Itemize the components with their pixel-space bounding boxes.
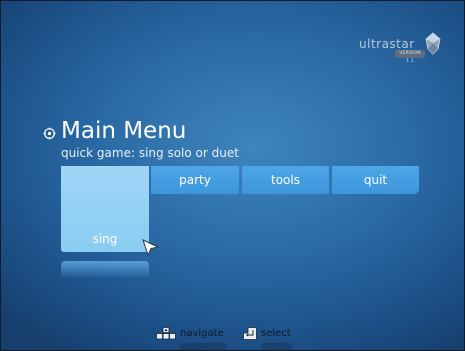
star-gem-icon: [425, 32, 441, 55]
select-hint: select: [243, 327, 303, 341]
sing-button[interactable]: sing: [61, 166, 149, 252]
party-button[interactable]: party: [151, 166, 239, 194]
footer-reflection: [180, 343, 226, 351]
select-hint-label: select: [261, 328, 291, 339]
navigate-hint-label: navigate: [180, 328, 224, 339]
version-badge: VERSION 1.1: [395, 50, 425, 64]
page-title: Main Menu: [61, 118, 187, 144]
sing-button-label: sing: [92, 232, 118, 246]
tools-button[interactable]: tools: [242, 166, 329, 194]
logo-wordmark: ultrastar: [359, 37, 415, 51]
quit-button[interactable]: quit: [332, 166, 419, 194]
footer-reflection: [262, 343, 292, 351]
sing-button-reflection: [61, 261, 149, 277]
navigate-hint: navigate: [156, 327, 236, 341]
ultrastar-logo: ultrastar VERSION 1.1: [359, 32, 441, 64]
mouse-pointer-icon: [142, 239, 160, 257]
enter-key-icon: [243, 327, 257, 340]
gear-icon: [43, 127, 56, 140]
keyboard-arrows-icon: [156, 327, 176, 340]
menu-description: quick game: sing solo or duet: [61, 146, 239, 160]
